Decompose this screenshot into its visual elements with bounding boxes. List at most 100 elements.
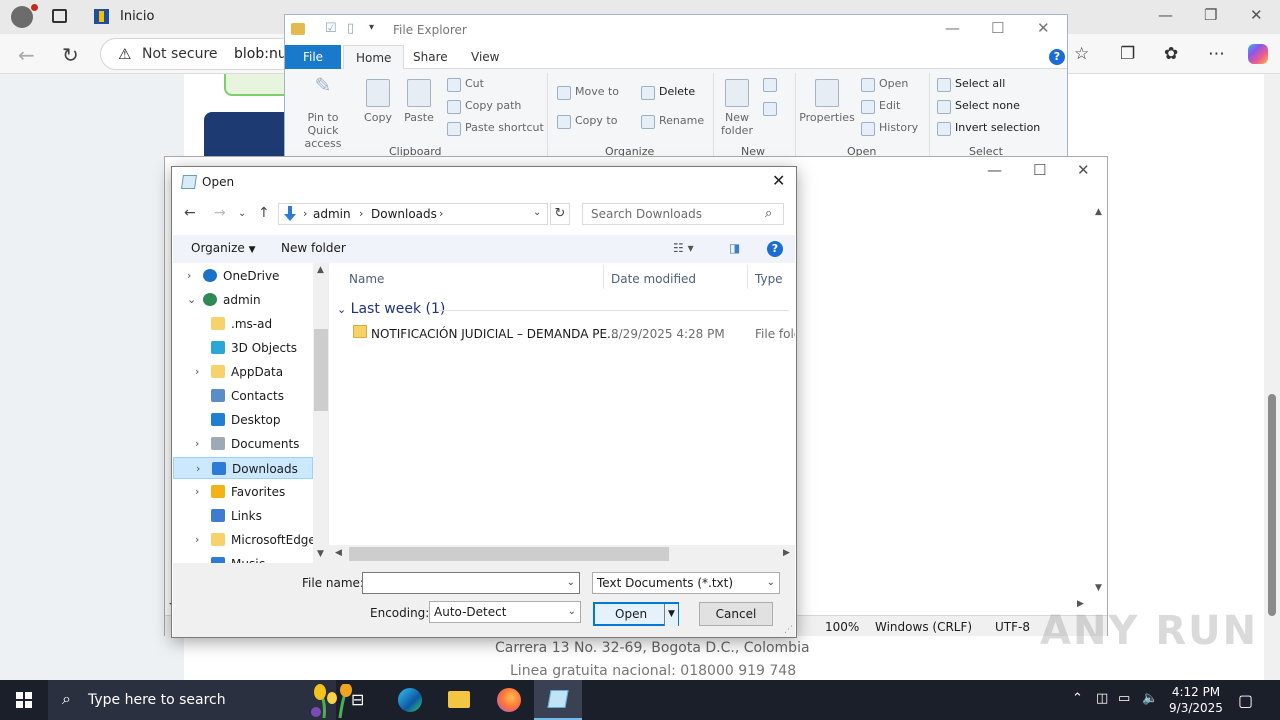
tree-item[interactable]: › AppData (173, 361, 313, 383)
tree-item[interactable]: Desktop (173, 409, 313, 431)
copy-path-button[interactable]: Copy path (447, 99, 521, 114)
file-name-field[interactable]: ⌄ (362, 572, 580, 594)
browser-close-button[interactable]: ✕ (1250, 6, 1263, 24)
meet-now-icon[interactable]: ◫ (1096, 691, 1108, 706)
copy-button[interactable]: Copy (361, 79, 395, 124)
up-arrow-icon[interactable]: ↑ (258, 205, 270, 221)
organize-button[interactable]: Organize ▼ (191, 241, 256, 255)
select-all-button[interactable]: Select all (937, 77, 1005, 92)
new-folder-button[interactable]: New folder (281, 241, 346, 255)
breadcrumb[interactable]: › admin › Downloads › ⌄ (278, 203, 548, 225)
cut-button[interactable]: Cut (447, 77, 484, 92)
properties-qat-icon[interactable]: ☑ (325, 21, 337, 36)
dialog-close-button[interactable]: ✕ (772, 171, 785, 190)
column-name[interactable]: Name (349, 272, 384, 286)
back-arrow-icon[interactable]: ← (184, 205, 196, 221)
open-ribbon-button[interactable]: Open (861, 77, 908, 92)
scroll-left-icon[interactable]: ◀ (335, 548, 342, 558)
chevron-right-icon[interactable]: › (187, 269, 191, 282)
tree-item[interactable]: › Documents (173, 433, 313, 455)
np-maximize-button[interactable]: ☐ (1033, 161, 1046, 179)
copilot-icon[interactable] (1248, 44, 1268, 64)
page-scrollbar[interactable] (1264, 74, 1280, 680)
refresh-button[interactable]: ↻ (550, 203, 570, 225)
file-list-hscrollbar[interactable]: ◀ ▶ (329, 545, 795, 563)
address-url[interactable]: blob:nu (234, 46, 287, 62)
scroll-right-icon[interactable]: ▶ (783, 548, 790, 558)
back-arrow-icon[interactable]: ← (18, 43, 35, 67)
favorites-star-icon[interactable]: ☆ (1074, 44, 1089, 64)
preview-pane-icon[interactable]: ◨ (729, 241, 740, 255)
tree-item[interactable]: › OneDrive (173, 265, 313, 287)
scroll-up-icon[interactable]: ▲ (317, 265, 324, 275)
windows-start-icon[interactable] (16, 692, 32, 708)
firefox-taskbar-button[interactable] (484, 680, 532, 720)
np-minimize-button[interactable]: — (987, 161, 1002, 179)
scroll-down-icon[interactable]: ▼ (1095, 583, 1102, 593)
view-options-icon[interactable]: ☷ ▾ (673, 241, 694, 255)
history-button[interactable]: History (861, 121, 918, 136)
task-view-button[interactable]: ⊟ (336, 680, 384, 720)
tab-actions-icon[interactable] (52, 9, 67, 23)
tree-item[interactable]: .ms-ad (173, 313, 313, 335)
row-file-name[interactable]: NOTIFICACIÓN JUDICIAL – DEMANDA PE... (371, 327, 618, 341)
tree-item[interactable]: 3D Objects (173, 337, 313, 359)
tree-item[interactable]: Links (173, 505, 313, 527)
pin-quick-access-button[interactable]: ✎ Pin to Quick access (291, 75, 355, 150)
help-icon[interactable]: ? (1049, 49, 1065, 65)
browser-minimize-button[interactable]: — (1158, 6, 1173, 24)
warning-icon[interactable]: ⚠ (118, 45, 131, 63)
chevron-right-icon[interactable]: › (195, 533, 199, 546)
breadcrumb-admin[interactable]: admin (313, 207, 351, 221)
column-type[interactable]: Type (755, 272, 783, 286)
chevron-right-icon[interactable]: › (196, 462, 200, 475)
delete-button[interactable]: Delete (641, 85, 695, 100)
edit-button[interactable]: Edit (861, 99, 900, 114)
invert-selection-button[interactable]: Invert selection (937, 121, 1040, 136)
tab-view[interactable]: View (471, 50, 499, 64)
copy-to-button[interactable]: Copy to (557, 114, 617, 129)
cancel-button[interactable]: Cancel (699, 602, 773, 626)
browser-restore-button[interactable]: ❐ (1204, 6, 1217, 24)
hscroll-thumb[interactable] (349, 547, 669, 561)
tab-share[interactable]: Share (413, 50, 448, 64)
network-icon[interactable]: ▭ (1118, 691, 1130, 706)
forward-arrow-icon[interactable]: → (214, 205, 226, 221)
column-date-modified[interactable]: Date modified (611, 272, 696, 286)
np-close-button[interactable]: ✕ (1077, 161, 1090, 179)
tree-item[interactable]: Music (173, 553, 313, 563)
tab-title[interactable]: Inicio (120, 9, 154, 24)
open-dropdown-icon[interactable]: ▼ (664, 604, 678, 626)
notepad-taskbar-button[interactable] (534, 680, 582, 720)
chevron-right-icon[interactable]: › (195, 485, 199, 498)
tree-item[interactable]: › MicrosoftEdge (173, 529, 313, 551)
page-scroll-thumb[interactable] (1268, 394, 1276, 616)
chevron-right-icon[interactable]: › (195, 365, 199, 378)
chevron-down-icon[interactable]: ⌄ (567, 577, 575, 588)
taskbar-clock[interactable]: 4:12 PM 9/3/2025 (1156, 684, 1236, 716)
new-folder-ribbon-button[interactable]: New folder (719, 79, 755, 137)
chevron-right-icon[interactable]: › (439, 207, 443, 220)
file-type-select[interactable]: Text Documents (*.txt) ⌄ (592, 572, 780, 594)
move-to-button[interactable]: Move to (557, 85, 619, 100)
notepad-vertical-scrollbar[interactable]: ▲ ▼ (1091, 207, 1107, 597)
notifications-icon[interactable]: ▢ (1238, 691, 1253, 710)
chevron-down-icon[interactable]: ⌄ (533, 207, 541, 218)
qat-dropdown-icon[interactable]: ▾ (369, 22, 374, 33)
rename-button[interactable]: Rename (641, 114, 704, 129)
tree-item[interactable]: ⌄ admin (173, 289, 313, 311)
fe-close-button[interactable]: ✕ (1037, 19, 1050, 37)
taskbar-search-input[interactable]: ⌕ Type here to search (48, 680, 352, 720)
group-header[interactable]: ⌄ Last week (1) (337, 301, 445, 317)
new-folder-qat-icon[interactable]: ▯ (347, 21, 354, 36)
tab-home[interactable]: Home (343, 45, 405, 70)
chevron-right-icon[interactable]: › (195, 437, 199, 450)
file-explorer-taskbar-button[interactable] (434, 680, 482, 720)
edge-taskbar-button[interactable] (386, 680, 434, 720)
paste-shortcut-button[interactable]: Paste shortcut (447, 121, 544, 136)
search-input[interactable]: Search Downloads ⌕ (582, 203, 784, 225)
scroll-down-icon[interactable]: ▼ (317, 549, 324, 559)
fe-maximize-button[interactable]: ☐ (991, 19, 1004, 37)
refresh-icon[interactable]: ↻ (62, 43, 79, 67)
help-icon[interactable]: ? (767, 241, 783, 257)
